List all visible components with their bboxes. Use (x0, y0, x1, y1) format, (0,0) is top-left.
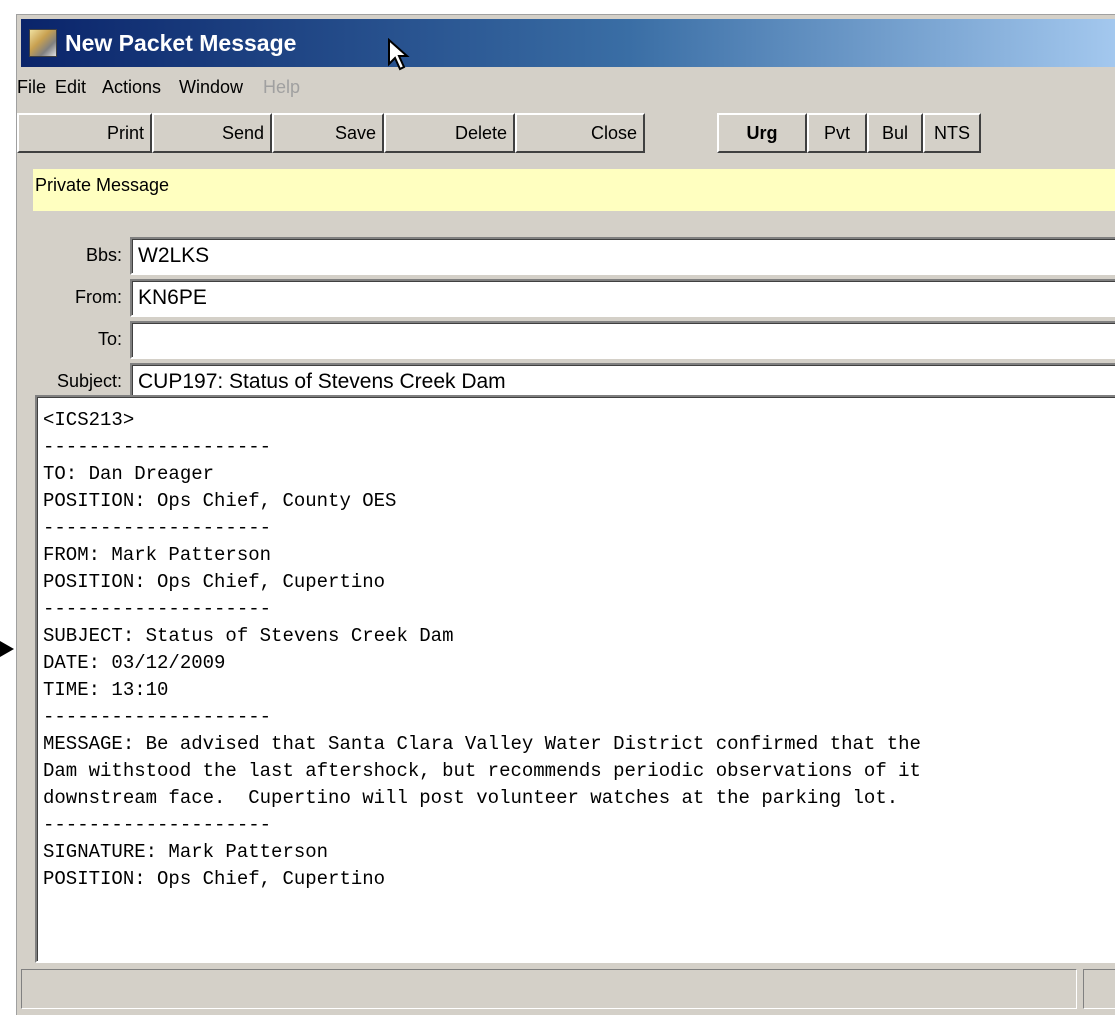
bulletin-button[interactable]: Bul (867, 113, 923, 153)
body-line: MESSAGE: Be advised that Santa Clara Val… (43, 733, 921, 755)
body-line: SIGNATURE: Mark Patterson (43, 841, 329, 863)
menu-edit[interactable]: Edit (55, 77, 86, 98)
from-field[interactable] (130, 279, 1115, 317)
bbs-field[interactable] (130, 237, 1115, 275)
send-button[interactable]: Send (152, 113, 272, 153)
from-label: From: (75, 287, 122, 307)
status-bar (21, 969, 1115, 1011)
menu-file[interactable]: File (17, 77, 46, 98)
message-body-textarea[interactable]: <ICS213> -------------------- TO: Dan Dr… (35, 395, 1115, 963)
arrow-pointer-icon (0, 641, 14, 657)
bbs-label: Bbs: (85, 245, 122, 265)
menu-window[interactable]: Window (179, 77, 243, 98)
urgent-button[interactable]: Urg (717, 113, 807, 153)
private-button[interactable]: Pvt (807, 113, 867, 153)
mouse-pointer-icon (388, 38, 410, 71)
body-line: -------------------- (43, 517, 272, 539)
message-type-banner: Private Message (33, 169, 1115, 211)
body-line: POSITION: Ops Chief, Cupertino (43, 571, 386, 593)
to-field[interactable] (130, 321, 1115, 359)
status-pane-main (21, 969, 1077, 1009)
subject-label: Subject: (56, 371, 122, 391)
body-line: -------------------- (43, 814, 272, 836)
body-line: SUBJECT: Status of Stevens Creek Dam (43, 625, 454, 647)
body-line: TO: Dan Dreager (43, 463, 215, 485)
body-line: FROM: Mark Patterson (43, 544, 272, 566)
packet-message-window: New Packet Message - File Edit Actions W… (16, 14, 1115, 1015)
body-line: Dam withstood the last aftershock, but r… (43, 760, 921, 782)
nts-button[interactable]: NTS (923, 113, 981, 153)
body-line: downstream face. Cupertino will post vol… (43, 787, 899, 809)
body-line: DATE: 03/12/2009 (43, 652, 226, 674)
body-line: POSITION: Ops Chief, Cupertino (43, 868, 386, 890)
toolbar: Print Send Save Delete Close Urg Pvt Bul… (17, 113, 1115, 157)
body-line: TIME: 13:10 (43, 679, 169, 701)
body-line: -------------------- (43, 436, 272, 458)
to-label: To: (97, 329, 122, 349)
body-line: -------------------- (43, 706, 272, 728)
packet-app-icon (29, 29, 57, 57)
body-line: -------------------- (43, 598, 272, 620)
window-title: New Packet Message (65, 30, 297, 56)
save-button[interactable]: Save (272, 113, 384, 153)
body-line: POSITION: Ops Chief, County OES (43, 490, 397, 512)
menu-bar: File Edit Actions Window Help (17, 71, 1115, 105)
print-button[interactable]: Print (17, 113, 152, 153)
body-line: <ICS213> (43, 409, 135, 431)
menu-actions[interactable]: Actions (102, 77, 161, 98)
status-pane-right (1083, 969, 1115, 1009)
close-button[interactable]: Close (515, 113, 645, 153)
delete-button[interactable]: Delete (384, 113, 515, 153)
message-type-label: Private Message (35, 175, 170, 195)
title-bar[interactable]: New Packet Message - (21, 19, 1115, 67)
menu-help[interactable]: Help (263, 77, 300, 98)
